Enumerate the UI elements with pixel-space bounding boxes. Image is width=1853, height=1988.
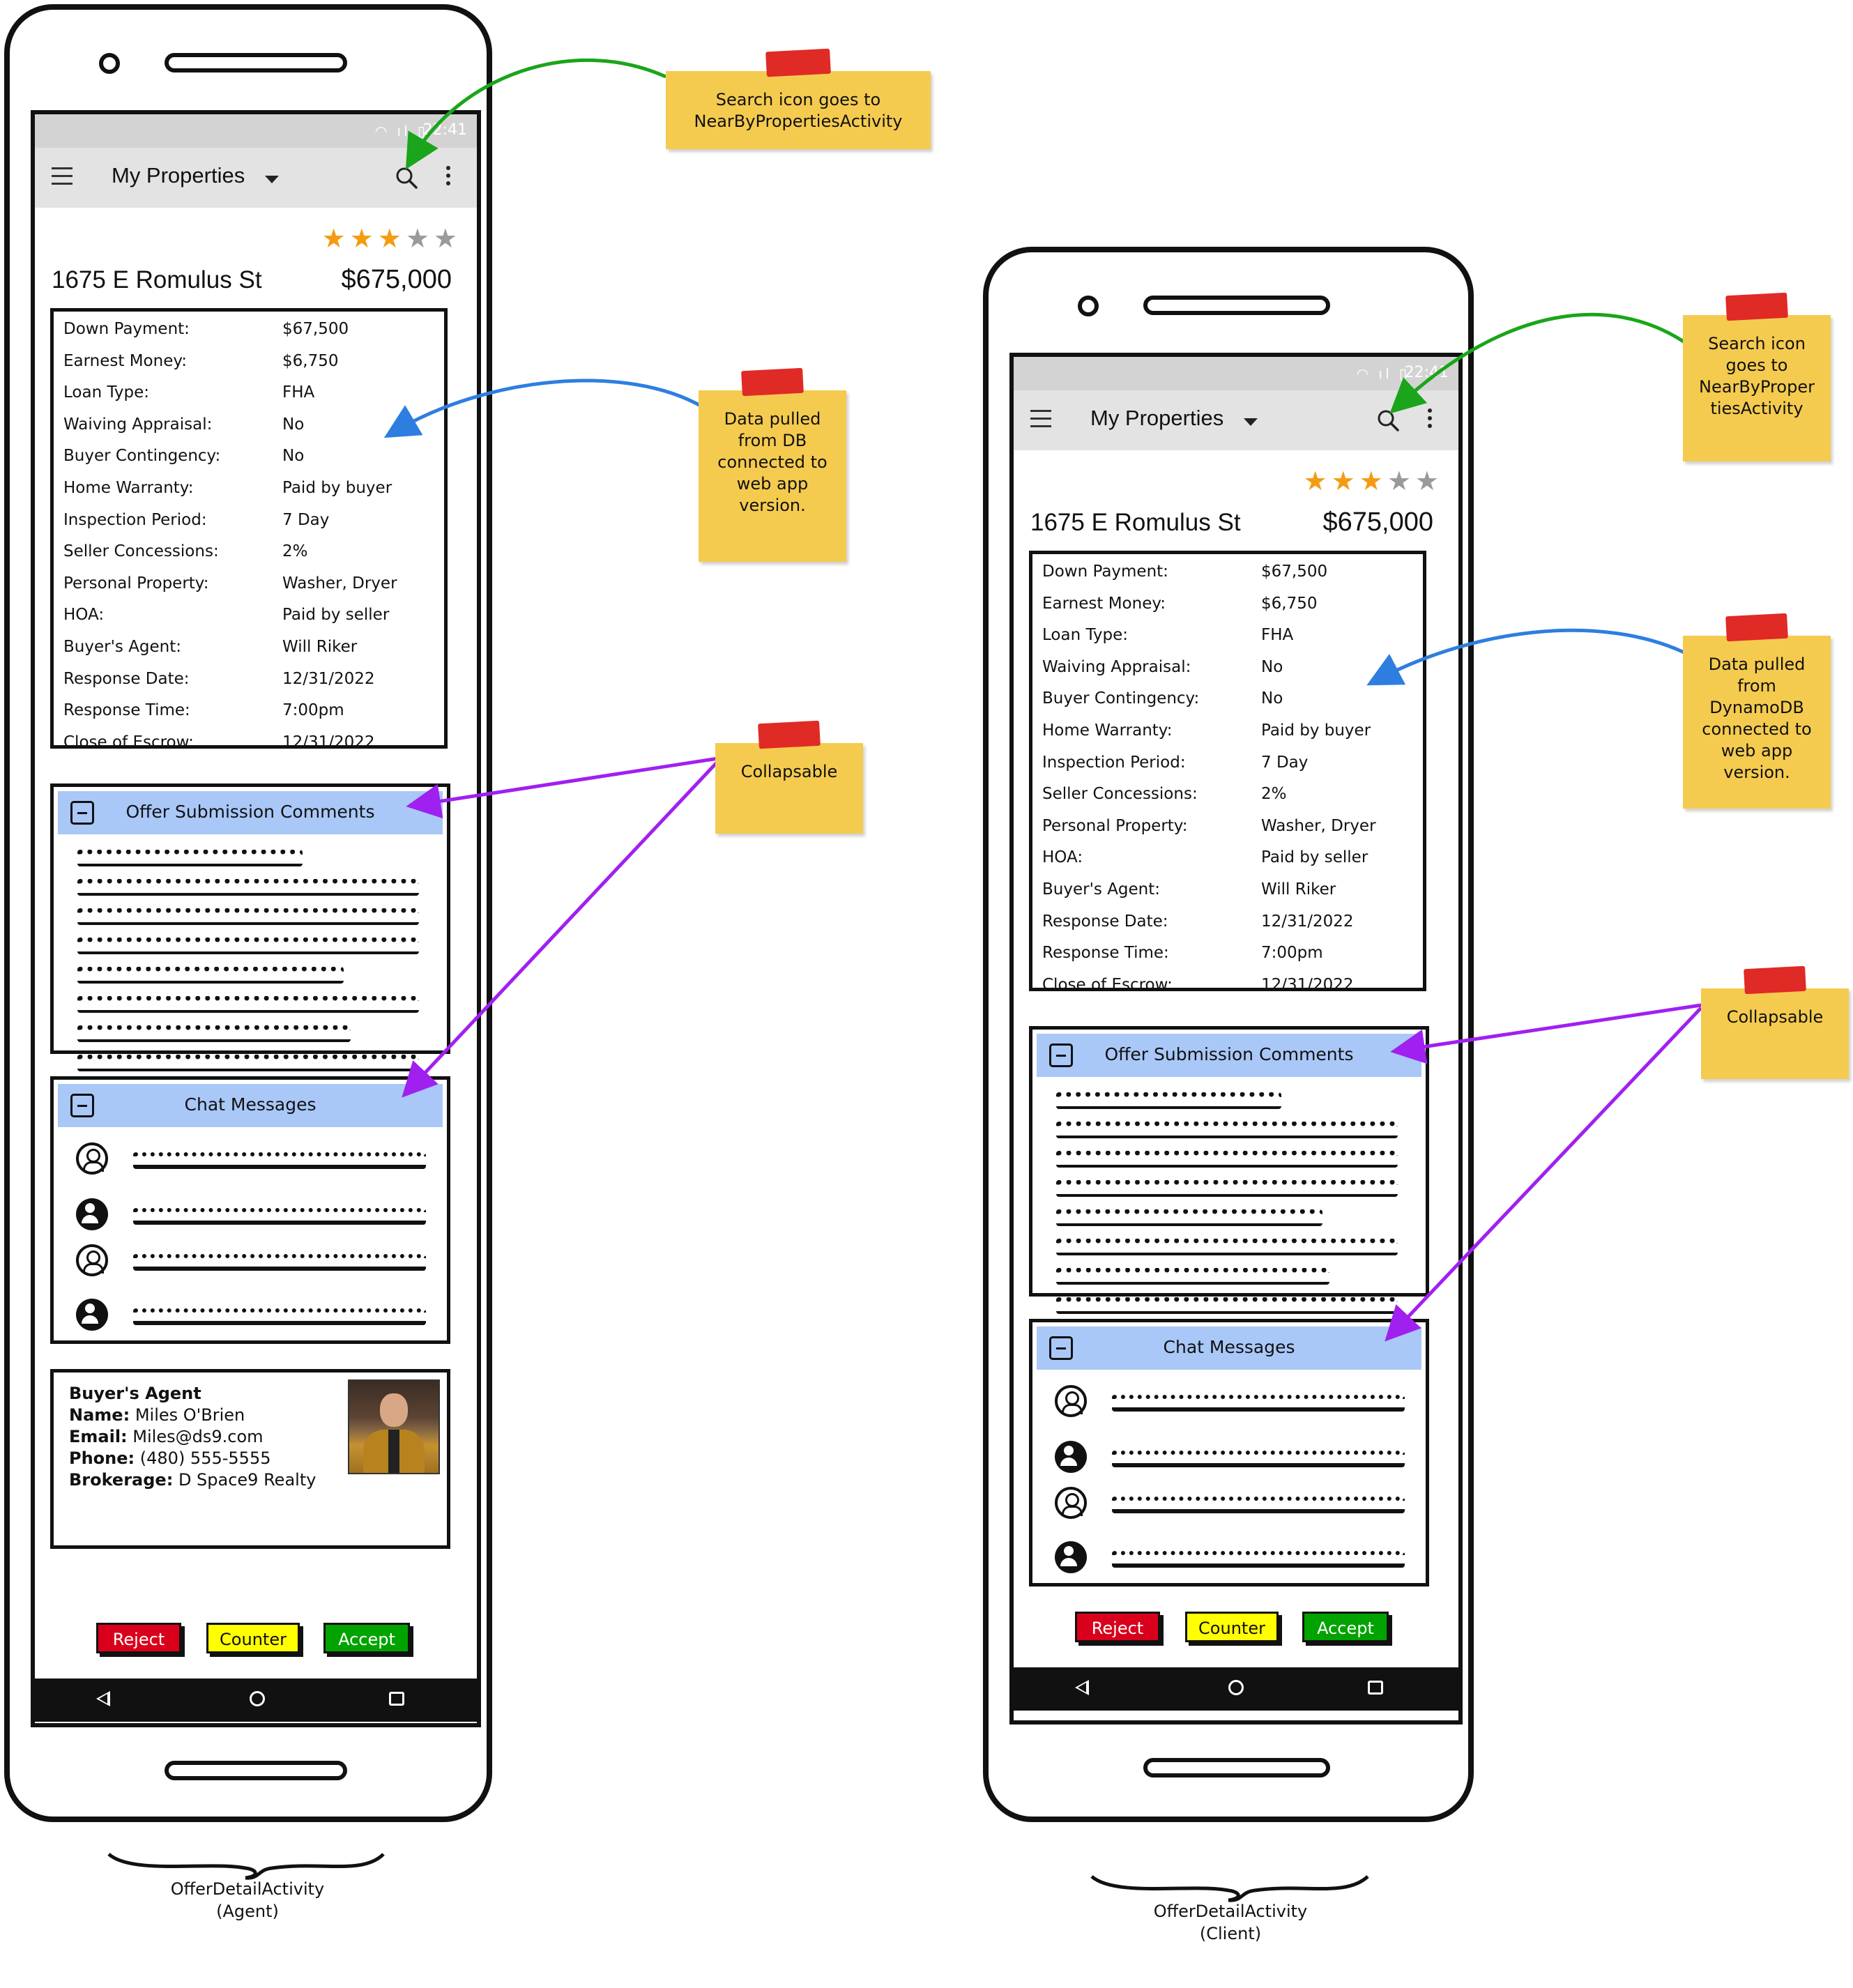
sticky-note-search-left: Search icon goes to NearByPropertiesActiv… — [666, 48, 931, 149]
arrow-collapse-right-1 — [1390, 1003, 1702, 1064]
arrow-search-left — [405, 58, 667, 170]
sticky-note-collapse-right: Collapsable — [1701, 965, 1849, 1079]
arrow-data-left — [383, 379, 706, 438]
arrow-collapse-left-1 — [406, 756, 719, 819]
caption-agent: OfferDetailActivity (Agent) — [170, 1879, 325, 1921]
sticky-note-data-left: Data pulled from DB connected to web app ver… — [699, 367, 846, 562]
arrow-search-right — [1389, 312, 1687, 414]
sticky-tape — [758, 720, 821, 749]
sticky-note-data-right: Data pulled from DynamoDB connected to web a… — [1683, 613, 1831, 809]
caption-brace-agent — [107, 1853, 385, 1880]
sticky-tape — [1725, 292, 1788, 321]
sticky-tape — [1744, 965, 1806, 995]
caption-client: OfferDetailActivity (Client) — [1153, 1902, 1308, 1943]
sticky-note-collapse-left: Collapsable — [715, 720, 863, 834]
annotation-arrows — [107, 58, 1702, 1902]
sticky-note-search-right: Search icon goes to NearByProper tiesActivi… — [1683, 292, 1831, 461]
arrow-collapse-right-2 — [1385, 1007, 1702, 1342]
arrow-data-right — [1366, 628, 1688, 686]
sticky-tape — [765, 48, 831, 77]
sticky-tape — [741, 367, 804, 397]
arrow-collapse-left-2 — [402, 760, 719, 1098]
caption-brace-client — [1090, 1875, 1369, 1902]
sticky-tape — [1725, 613, 1788, 642]
